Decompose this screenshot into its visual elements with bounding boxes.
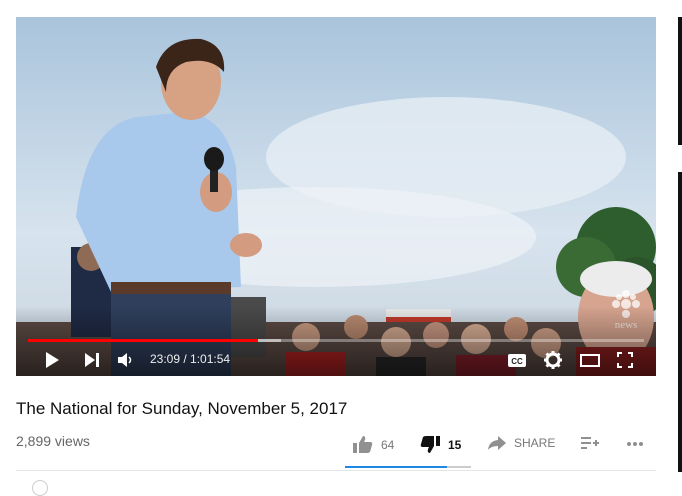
theater-mode-icon: [580, 353, 600, 367]
dislike-button[interactable]: 15: [420, 436, 461, 453]
view-count: 2,899 views: [16, 433, 90, 449]
theater-mode-button[interactable]: [578, 350, 602, 370]
volume-button[interactable]: [116, 350, 136, 370]
skip-next-icon: [85, 353, 99, 367]
progress-played: [28, 339, 259, 342]
dislike-count: 15: [448, 437, 462, 452]
thumbs-up-icon: [353, 436, 373, 453]
add-to-playlist-button[interactable]: [581, 436, 599, 450]
captions-button[interactable]: CC: [506, 350, 528, 370]
video-title: The National for Sunday, November 5, 201…: [16, 399, 348, 418]
volume-icon: [118, 353, 132, 367]
like-button[interactable]: 64: [353, 436, 394, 453]
video-player[interactable]: news 23:09 / 1:01:54 CC: [16, 17, 656, 376]
avatar[interactable]: [32, 480, 48, 496]
sidebar-thumbnail-edge: [678, 172, 682, 472]
gear-icon: [544, 351, 562, 369]
progress-bar[interactable]: [28, 339, 644, 342]
like-count: 64: [381, 437, 395, 452]
next-button[interactable]: [82, 350, 102, 370]
divider: [16, 470, 656, 471]
share-button[interactable]: SHARE: [488, 436, 555, 450]
play-icon: [46, 352, 59, 368]
captions-icon: CC: [508, 353, 526, 367]
thumbs-down-icon: [420, 436, 440, 453]
sidebar-thumbnail-edge: [678, 17, 682, 145]
share-label: SHARE: [514, 436, 556, 450]
fullscreen-icon: [617, 352, 633, 368]
settings-button[interactable]: [542, 350, 564, 370]
share-arrow-icon: [488, 436, 506, 450]
play-button[interactable]: [42, 350, 62, 370]
add-to-playlist-icon: [581, 437, 599, 449]
sentiment-bar: [345, 466, 471, 468]
fullscreen-button[interactable]: [614, 350, 636, 370]
more-actions-button[interactable]: [626, 436, 644, 450]
time-display: 23:09 / 1:01:54: [150, 352, 231, 366]
sentiment-like-fill: [345, 466, 448, 468]
captions-label: CC: [511, 357, 523, 366]
more-horizontal-icon: [627, 442, 643, 446]
